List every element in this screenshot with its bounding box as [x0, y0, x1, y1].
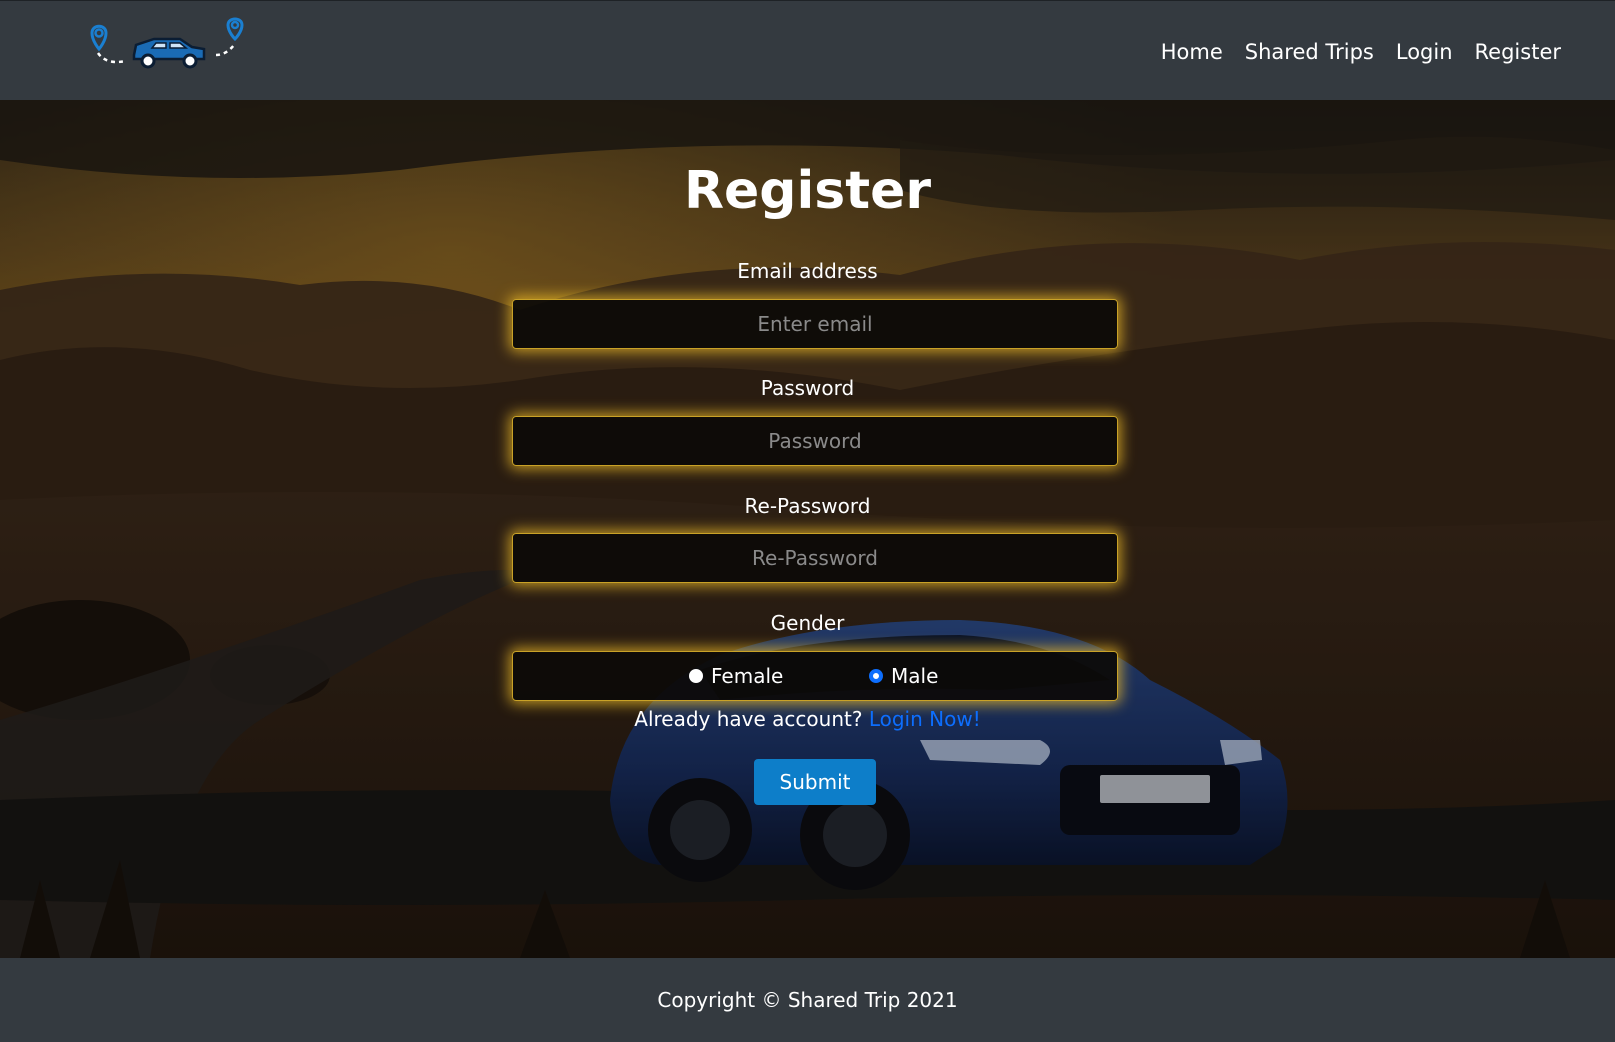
repassword-label: Re-Password [744, 494, 871, 518]
email-label: Email address [737, 259, 878, 283]
gender-label: Gender [770, 611, 845, 635]
gender-option-male[interactable]: Male [869, 664, 938, 688]
page-title: Register [683, 161, 932, 221]
radio-checked-icon[interactable] [869, 669, 883, 683]
gender-radio-group: Female Male [512, 651, 1118, 701]
radio-unchecked-icon[interactable] [689, 669, 703, 683]
login-prompt: Already have account? Login Now! [0, 705, 1615, 733]
password-input[interactable] [512, 416, 1118, 466]
submit-button[interactable]: Submit [754, 759, 876, 805]
repassword-input[interactable] [512, 533, 1118, 583]
nav-link-home[interactable]: Home [1161, 37, 1223, 67]
gender-option-label: Female [711, 664, 784, 688]
gender-option-label: Male [891, 664, 939, 688]
nav-link-register[interactable]: Register [1475, 37, 1561, 67]
navbar: Home Shared Trips Login Register [0, 0, 1615, 100]
gender-option-female[interactable]: Female [689, 664, 783, 688]
hero-background [0, 100, 1615, 958]
account-prompt-text: Already have account? [634, 707, 863, 731]
sunset-car-background-image [0, 100, 1615, 958]
nav-link-shared-trips[interactable]: Shared Trips [1245, 37, 1374, 67]
email-input[interactable] [512, 299, 1118, 349]
nav-link-login[interactable]: Login [1396, 37, 1453, 67]
copyright-text: Copyright © Shared Trip 2021 [657, 988, 958, 1012]
route-car-logo-icon[interactable] [76, 15, 256, 77]
password-label: Password [760, 376, 855, 400]
nav-links: Home Shared Trips Login Register [1161, 37, 1561, 67]
footer: Copyright © Shared Trip 2021 [0, 958, 1615, 1042]
login-now-link[interactable]: Login Now! [869, 707, 981, 731]
